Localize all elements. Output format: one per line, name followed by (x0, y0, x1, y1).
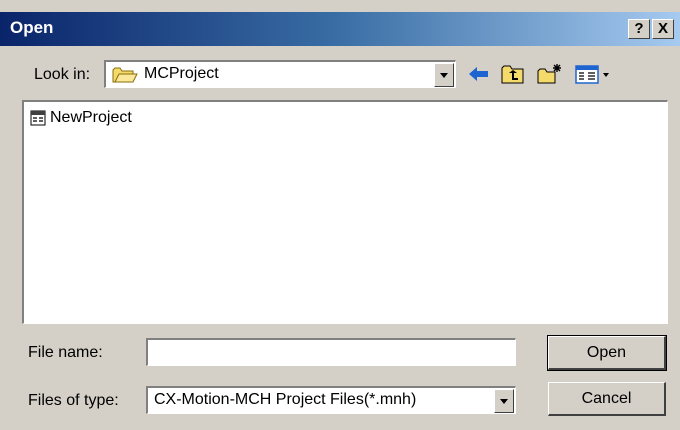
up-one-level-icon[interactable] (500, 62, 526, 86)
files-of-type-dropdown[interactable]: CX-Motion-MCH Project Files(*.mnh) (146, 386, 516, 414)
file-name-label: File name: (28, 344, 103, 361)
cancel-button[interactable]: Cancel (548, 382, 666, 416)
project-file-icon (30, 110, 46, 126)
dialog-title: Open (10, 18, 54, 37)
view-menu-icon[interactable] (574, 62, 614, 86)
files-of-type-value: CX-Motion-MCH Project Files(*.mnh) (154, 391, 417, 408)
files-of-type-dropdown-arrow[interactable] (494, 389, 514, 413)
file-list[interactable]: NewProject (22, 100, 668, 324)
file-name: NewProject (50, 109, 132, 126)
look-in-dropdown-arrow[interactable] (434, 63, 454, 87)
look-in-value: MCProject (144, 65, 219, 82)
help-button[interactable]: ? (628, 19, 650, 39)
look-in-dropdown[interactable]: MCProject (104, 60, 456, 88)
back-arrow-icon[interactable] (466, 62, 492, 86)
open-button[interactable]: Open (547, 335, 667, 371)
create-new-folder-icon[interactable] (536, 62, 562, 86)
open-dialog: Open ? X Look in: MCProject NewProject F… (0, 0, 680, 430)
folder-icon (112, 67, 138, 83)
title-bar[interactable]: Open ? X (0, 12, 680, 46)
file-name-input[interactable] (146, 338, 516, 366)
close-button[interactable]: X (652, 19, 674, 39)
files-of-type-label: Files of type: (28, 392, 119, 409)
look-in-label: Look in: (34, 66, 91, 83)
